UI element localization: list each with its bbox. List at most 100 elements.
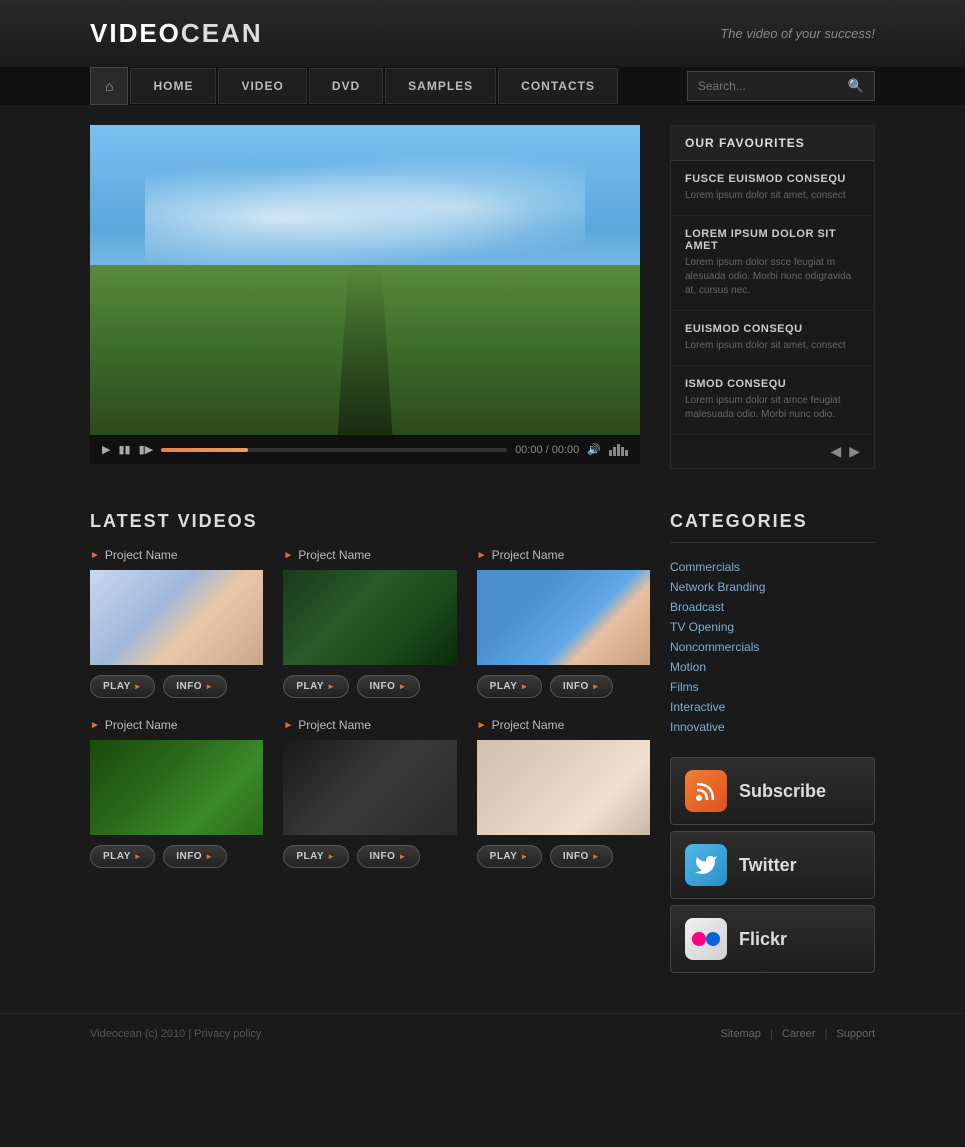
subscribe-box[interactable]: Subscribe bbox=[670, 757, 875, 825]
video-card-5: ► Project Name PLAY ► INFO ► bbox=[283, 718, 456, 868]
pause-button[interactable]: ▮▮ bbox=[118, 443, 130, 456]
cat-innovative[interactable]: Innovative bbox=[670, 717, 875, 737]
fav-item-3[interactable]: EUISMOD CONSEQU Lorem ipsum dolor sit am… bbox=[671, 311, 874, 366]
cat-network-branding[interactable]: Network Branding bbox=[670, 577, 875, 597]
video-card-4: ► Project Name PLAY ► INFO ► bbox=[90, 718, 263, 868]
card-3-play-button[interactable]: PLAY ► bbox=[477, 675, 542, 698]
play-btn-arrow-6: ► bbox=[520, 852, 528, 861]
twitter-box[interactable]: Twitter bbox=[670, 831, 875, 899]
play-arrow-icon: ► bbox=[90, 550, 100, 561]
footer-sitemap[interactable]: Sitemap bbox=[721, 1028, 761, 1040]
play-button[interactable]: ▶ bbox=[102, 443, 110, 456]
video-thumb-2[interactable] bbox=[283, 570, 456, 665]
right-column: OUR FAVOURITES FUSCE EUISMOD CONSEQU Lor… bbox=[670, 125, 875, 469]
video-background bbox=[90, 125, 640, 435]
nav-home[interactable]: HOME bbox=[130, 68, 216, 104]
card-2-buttons: PLAY ► INFO ► bbox=[283, 675, 456, 698]
video-grid-row-2: ► Project Name PLAY ► INFO ► ► Project N… bbox=[90, 718, 650, 868]
cat-commercials[interactable]: Commercials bbox=[670, 557, 875, 577]
fav-item-4-desc: Lorem ipsum dolor sit amce feugiat males… bbox=[685, 394, 860, 422]
info-btn-arrow-3: ► bbox=[592, 682, 600, 691]
nav-contacts[interactable]: CONTACTS bbox=[498, 68, 618, 104]
video-thumb-5[interactable] bbox=[283, 740, 456, 835]
info-btn-arrow-5: ► bbox=[398, 852, 406, 861]
card-3-info-button[interactable]: INFO ► bbox=[550, 675, 613, 698]
fav-item-2[interactable]: LOREM IPSUM DOLOR SIT AMET Lorem ipsum d… bbox=[671, 216, 874, 311]
fav-prev-button[interactable]: ◀ bbox=[830, 443, 841, 460]
nav-dvd[interactable]: DVD bbox=[309, 68, 383, 104]
video-grid-row-1: ► Project Name PLAY ► INFO ► ► Project N… bbox=[90, 548, 650, 698]
cat-broadcast[interactable]: Broadcast bbox=[670, 597, 875, 617]
play-btn-arrow-3: ► bbox=[520, 682, 528, 691]
footer-sep-2: | bbox=[825, 1028, 831, 1040]
play-btn-arrow-5: ► bbox=[327, 852, 335, 861]
play-btn-arrow-2: ► bbox=[327, 682, 335, 691]
flickr-label: Flickr bbox=[739, 929, 787, 950]
info-btn-arrow-2: ► bbox=[398, 682, 406, 691]
card-2-info-button[interactable]: INFO ► bbox=[357, 675, 420, 698]
search-icon[interactable]: 🔍 bbox=[848, 78, 864, 94]
info-btn-arrow: ► bbox=[205, 682, 213, 691]
search-input[interactable] bbox=[698, 79, 848, 93]
fav-item-1-desc: Lorem ipsum dolor sit amet, consect bbox=[685, 189, 860, 203]
video-card-5-title: ► Project Name bbox=[283, 718, 456, 732]
nav: ⌂ HOME VIDEO DVD SAMPLES CONTACTS 🔍 bbox=[0, 67, 965, 105]
cat-tv-opening[interactable]: TV Opening bbox=[670, 617, 875, 637]
video-card-5-name: Project Name bbox=[298, 718, 371, 732]
card-6-info-button[interactable]: INFO ► bbox=[550, 845, 613, 868]
nav-home-button[interactable]: ⌂ bbox=[90, 67, 128, 105]
info-btn-arrow-4: ► bbox=[205, 852, 213, 861]
fav-next-button[interactable]: ▶ bbox=[849, 443, 860, 460]
cat-films[interactable]: Films bbox=[670, 677, 875, 697]
time-display: 00:00 / 00:00 bbox=[515, 444, 579, 456]
logo-suffix: CEAN bbox=[181, 18, 263, 48]
video-screen[interactable] bbox=[90, 125, 640, 435]
lower-left: LATEST VIDEOS ► Project Name PLAY ► INFO… bbox=[90, 489, 650, 973]
progress-bar[interactable] bbox=[161, 448, 507, 452]
card-6-play-button[interactable]: PLAY ► bbox=[477, 845, 542, 868]
card-2-play-button[interactable]: PLAY ► bbox=[283, 675, 348, 698]
categories-title: CATEGORIES bbox=[670, 511, 875, 543]
video-card-4-name: Project Name bbox=[105, 718, 178, 732]
latest-videos-title: LATEST VIDEOS bbox=[90, 511, 650, 532]
card-1-info-button[interactable]: INFO ► bbox=[163, 675, 226, 698]
volume-icon[interactable]: 🔊 bbox=[587, 443, 601, 456]
play-arrow-icon-6: ► bbox=[477, 720, 487, 731]
video-thumb-1[interactable] bbox=[90, 570, 263, 665]
play-arrow-icon-4: ► bbox=[90, 720, 100, 731]
card-4-play-button[interactable]: PLAY ► bbox=[90, 845, 155, 868]
subscribe-label: Subscribe bbox=[739, 781, 826, 802]
logo-prefix: VIDEO bbox=[90, 18, 181, 48]
footer-career[interactable]: Career bbox=[782, 1028, 816, 1040]
fav-item-2-title: LOREM IPSUM DOLOR SIT AMET bbox=[685, 228, 860, 252]
fav-item-1[interactable]: FUSCE EUISMOD CONSEQU Lorem ipsum dolor … bbox=[671, 161, 874, 216]
logo: VIDEOCEAN bbox=[90, 18, 263, 49]
vol-bar-3 bbox=[617, 444, 620, 456]
flickr-box[interactable]: Flickr bbox=[670, 905, 875, 973]
footer-sep-1: | bbox=[770, 1028, 776, 1040]
video-card-6: ► Project Name PLAY ► INFO ► bbox=[477, 718, 650, 868]
flickr-icon bbox=[685, 918, 727, 960]
favourites-title: OUR FAVOURITES bbox=[671, 126, 874, 161]
video-thumb-3[interactable] bbox=[477, 570, 650, 665]
cat-noncommercials[interactable]: Noncommercials bbox=[670, 637, 875, 657]
card-4-info-button[interactable]: INFO ► bbox=[163, 845, 226, 868]
video-card-2-title: ► Project Name bbox=[283, 548, 456, 562]
vol-bar-2 bbox=[613, 447, 616, 456]
stop-button[interactable]: ▮▶ bbox=[139, 443, 154, 456]
video-card-6-name: Project Name bbox=[492, 718, 565, 732]
video-thumb-4[interactable] bbox=[90, 740, 263, 835]
nav-video[interactable]: VIDEO bbox=[218, 68, 306, 104]
cat-interactive[interactable]: Interactive bbox=[670, 697, 875, 717]
fav-item-4[interactable]: ISMOD CONSEQU Lorem ipsum dolor sit amce… bbox=[671, 366, 874, 435]
nav-samples[interactable]: SAMPLES bbox=[385, 68, 496, 104]
footer-support[interactable]: Support bbox=[836, 1028, 875, 1040]
footer: Videocean (c) 2010 | Privacy policy Site… bbox=[0, 1013, 965, 1054]
card-5-play-button[interactable]: PLAY ► bbox=[283, 845, 348, 868]
card-5-info-button[interactable]: INFO ► bbox=[357, 845, 420, 868]
latest-videos-section: LATEST VIDEOS ► Project Name PLAY ► INFO… bbox=[90, 511, 650, 868]
video-thumb-6[interactable] bbox=[477, 740, 650, 835]
main-content: ▶ ▮▮ ▮▶ 00:00 / 00:00 🔊 OUR FAVO bbox=[0, 105, 965, 489]
cat-motion[interactable]: Motion bbox=[670, 657, 875, 677]
card-1-play-button[interactable]: PLAY ► bbox=[90, 675, 155, 698]
